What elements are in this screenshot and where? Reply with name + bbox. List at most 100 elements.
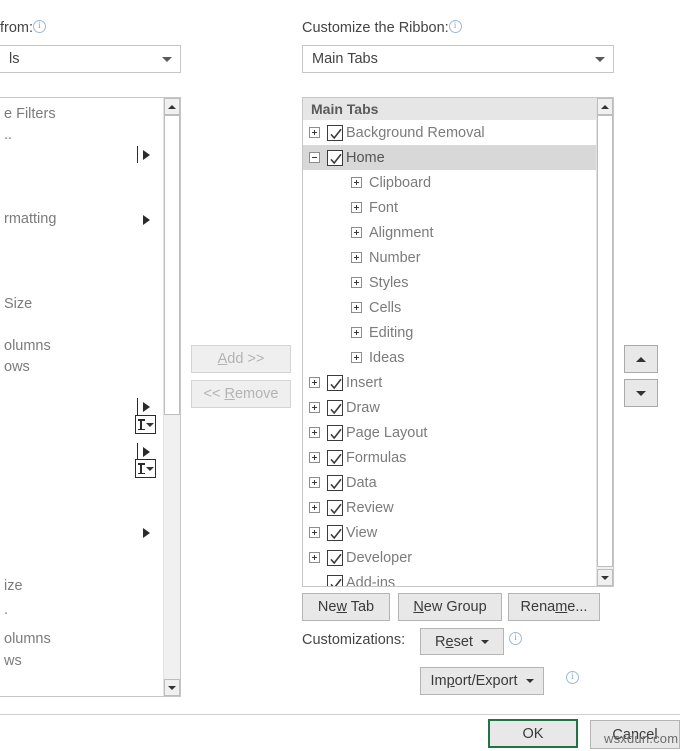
list-item-label: rmatting	[4, 211, 57, 227]
new-tab-label: New Tab	[317, 599, 375, 615]
scrollbar-thumb[interactable]	[164, 115, 180, 415]
tree-item[interactable]: Developer	[303, 545, 596, 570]
list-item-label: Size	[4, 296, 33, 312]
expand-plus-icon[interactable]	[351, 327, 362, 338]
expand-plus-icon[interactable]	[351, 352, 362, 363]
import-export-button[interactable]: Import/Export	[420, 667, 544, 695]
tree-item[interactable]: Editing	[303, 320, 596, 345]
tree-item[interactable]: Ideas	[303, 345, 596, 370]
expand-plus-icon[interactable]	[351, 202, 362, 213]
scroll-down-button[interactable]	[164, 679, 180, 696]
expand-plus-icon[interactable]	[351, 302, 362, 313]
checkbox[interactable]	[327, 399, 343, 416]
tree-item[interactable]: Font	[303, 195, 596, 220]
checkbox[interactable]	[327, 574, 343, 586]
scroll-up-button[interactable]	[597, 98, 613, 115]
tree-item-label: Developer	[346, 549, 413, 566]
checkbox[interactable]	[327, 499, 343, 516]
tree-item[interactable]: Draw	[303, 395, 596, 420]
expand-plus-icon[interactable]	[351, 277, 362, 288]
move-down-button[interactable]	[624, 379, 658, 407]
checkbox[interactable]	[327, 124, 343, 141]
submenu-arrow-icon	[143, 447, 150, 457]
rename-button[interactable]: Rename...	[508, 593, 600, 621]
add-button-label: Add >>	[217, 351, 265, 367]
tree-item[interactable]: Background Removal	[303, 120, 596, 145]
chevron-down-icon[interactable]	[587, 56, 613, 62]
list-item-label: ows	[4, 359, 30, 375]
tree-scrollbar[interactable]	[596, 98, 613, 586]
text-dropdown-icon[interactable]	[135, 415, 156, 434]
expand-plus-icon[interactable]	[309, 452, 320, 463]
expand-plus-icon[interactable]	[309, 377, 320, 388]
expand-plus-icon[interactable]	[309, 402, 320, 413]
checkbox[interactable]	[327, 449, 343, 466]
expand-plus-icon[interactable]	[309, 127, 320, 138]
tree-item-label: Number	[369, 249, 421, 266]
remove-button-label: << Remove	[203, 386, 279, 402]
scroll-down-button[interactable]	[597, 569, 613, 586]
expand-plus-icon[interactable]	[309, 502, 320, 513]
new-group-button[interactable]: New Group	[398, 593, 502, 621]
left-list-scrollbar[interactable]	[163, 98, 180, 696]
reset-button[interactable]: Reset	[420, 628, 504, 655]
choose-commands-from-combo[interactable]: ls	[0, 45, 181, 73]
expand-plus-icon[interactable]	[351, 227, 362, 238]
checkbox[interactable]	[327, 149, 343, 166]
scrollbar-thumb[interactable]	[597, 115, 613, 567]
separator-bar	[137, 398, 138, 415]
tree-item[interactable]: Page Layout	[303, 420, 596, 445]
tree-item[interactable]: Insert	[303, 370, 596, 395]
move-up-button[interactable]	[624, 345, 658, 373]
expand-plus-icon[interactable]	[309, 552, 320, 563]
info-icon[interactable]	[448, 19, 462, 33]
customize-ribbon-combo[interactable]: Main Tabs	[302, 45, 614, 73]
tree-item[interactable]: Number	[303, 245, 596, 270]
tree-item[interactable]: Styles	[303, 270, 596, 295]
remove-button[interactable]: << Remove	[191, 380, 291, 408]
expand-plus-icon[interactable]	[351, 177, 362, 188]
checkbox[interactable]	[327, 524, 343, 541]
checkbox[interactable]	[327, 424, 343, 441]
move-down-arrow-icon	[636, 390, 646, 396]
tree-item[interactable]: Add-ins	[303, 570, 596, 587]
tree-item[interactable]: Data	[303, 470, 596, 495]
expand-plus-icon[interactable]	[309, 477, 320, 488]
tree-item[interactable]: View	[303, 520, 596, 545]
tree-item-label: Cells	[369, 299, 402, 316]
new-tab-button[interactable]: New Tab	[302, 593, 390, 621]
list-item-label: olumns	[4, 338, 51, 354]
tree-item-label: Ideas	[369, 349, 405, 366]
info-icon[interactable]	[565, 670, 579, 684]
tree-item[interactable]: Review	[303, 495, 596, 520]
checkbox[interactable]	[327, 474, 343, 491]
tree-item[interactable]: Clipboard	[303, 170, 596, 195]
text-dropdown-icon[interactable]	[135, 459, 156, 478]
separator-bar	[137, 146, 138, 163]
checkbox[interactable]	[327, 374, 343, 391]
list-item-label: e Filters	[4, 106, 56, 122]
expand-plus-icon[interactable]	[309, 427, 320, 438]
tree-item-label: View	[346, 524, 378, 541]
collapse-minus-icon[interactable]	[309, 152, 320, 163]
info-icon[interactable]	[33, 19, 47, 33]
tree-item[interactable]: Cells	[303, 295, 596, 320]
ok-button[interactable]: OK	[488, 719, 578, 748]
expand-plus-icon[interactable]	[351, 252, 362, 263]
chevron-down-icon[interactable]	[154, 56, 180, 62]
expand-plus-icon[interactable]	[309, 527, 320, 538]
tree-item[interactable]: Formulas	[303, 445, 596, 470]
list-item-label: ws	[4, 653, 22, 669]
tree-item-selected[interactable]: Home	[303, 145, 596, 170]
available-commands-list[interactable]: e Filters.. rmatting Size olumns ows ize. olum…	[0, 97, 181, 697]
add-button[interactable]: Add >>	[191, 345, 291, 373]
dialog-divider	[0, 714, 680, 715]
ribbon-tree-panel[interactable]: Main Tabs Background Removal Home Clipboar…	[302, 97, 614, 587]
checkbox[interactable]	[327, 549, 343, 566]
chevron-down-icon	[145, 422, 154, 427]
submenu-arrow-icon	[143, 402, 150, 412]
scroll-up-button[interactable]	[164, 98, 180, 115]
info-icon[interactable]	[509, 631, 522, 645]
tree-item-label: Add-ins	[346, 574, 396, 587]
tree-item[interactable]: Alignment	[303, 220, 596, 245]
